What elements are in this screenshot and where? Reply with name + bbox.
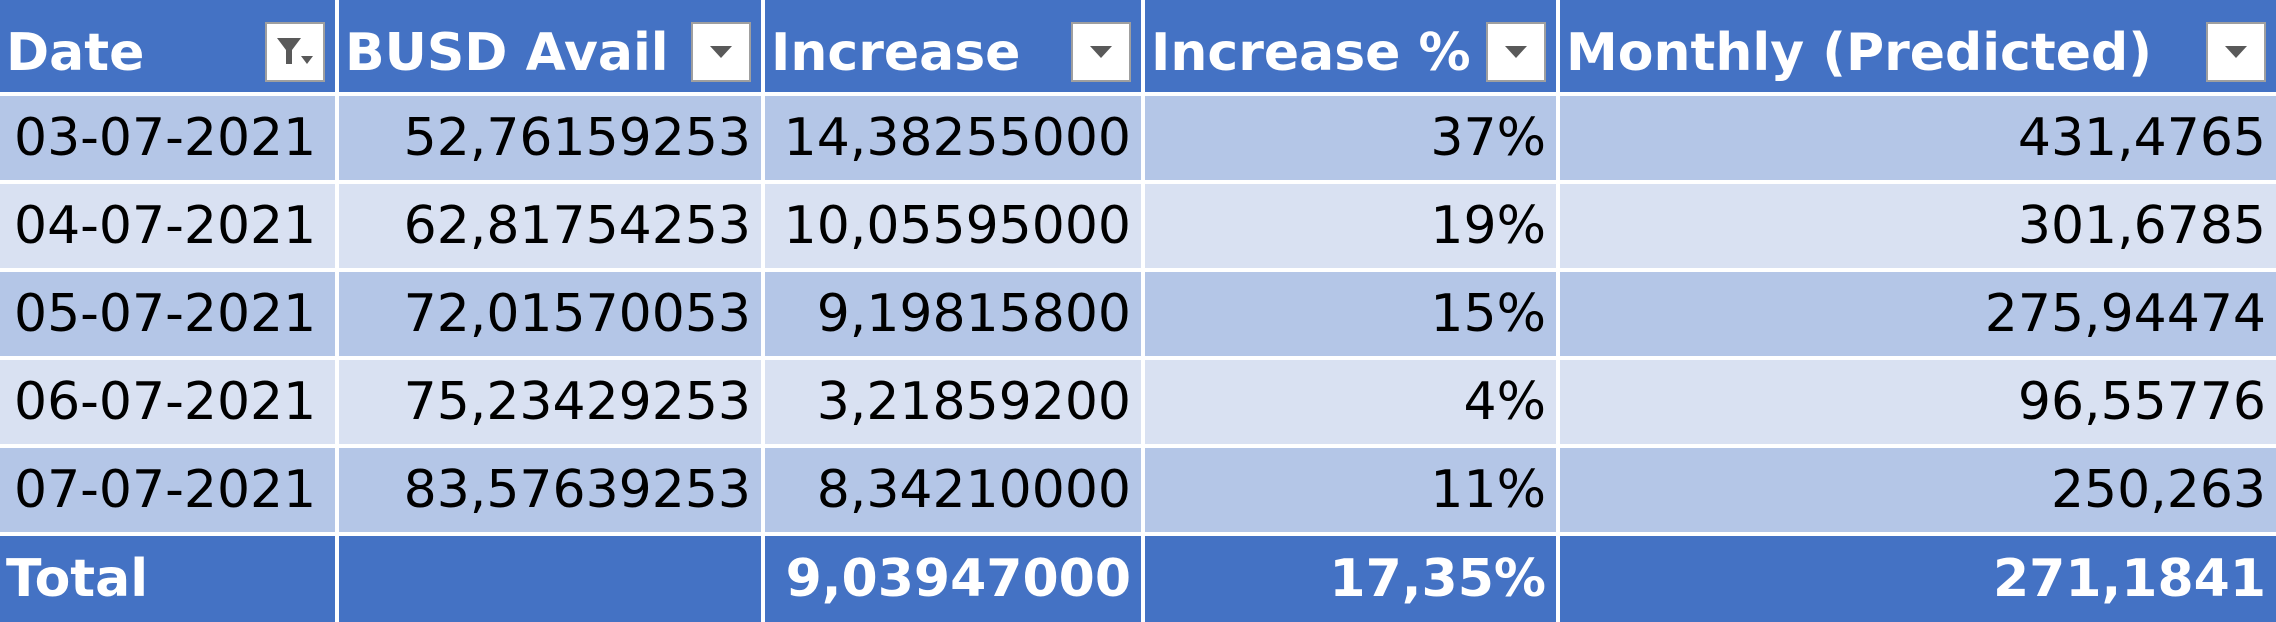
increase-cell[interactable]: 3,21859200 xyxy=(765,360,1141,444)
header-label: Date xyxy=(6,23,145,83)
table-row: 07-07-2021 83,57639253 8,34210000 11% 25… xyxy=(0,448,2276,532)
increase-cell[interactable]: 9,19815800 xyxy=(765,272,1141,356)
dropdown-arrow-icon[interactable] xyxy=(2206,22,2266,82)
increase-percent-cell[interactable]: 19% xyxy=(1145,184,1556,268)
monthly-predicted-cell[interactable]: 431,4765 xyxy=(1560,96,2276,180)
total-monthly-predicted-cell[interactable]: 271,1841 xyxy=(1560,536,2276,622)
date-cell[interactable]: 03-07-2021 xyxy=(0,96,335,180)
filter-funnel-icon[interactable] xyxy=(265,22,325,82)
busd-avail-cell[interactable]: 83,57639253 xyxy=(339,448,761,532)
total-increase-cell[interactable]: 9,03947000 xyxy=(765,536,1141,622)
header-label: BUSD Avail xyxy=(345,23,669,83)
busd-avail-cell[interactable]: 52,76159253 xyxy=(339,96,761,180)
table-row: 03-07-2021 52,76159253 14,38255000 37% 4… xyxy=(0,96,2276,180)
busd-avail-cell[interactable]: 62,81754253 xyxy=(339,184,761,268)
increase-percent-cell[interactable]: 15% xyxy=(1145,272,1556,356)
monthly-predicted-cell[interactable]: 301,6785 xyxy=(1560,184,2276,268)
date-cell[interactable]: 06-07-2021 xyxy=(0,360,335,444)
table-row: 04-07-2021 62,81754253 10,05595000 19% 3… xyxy=(0,184,2276,268)
header-label: Increase xyxy=(771,23,1021,83)
total-increase-percent-cell[interactable]: 17,35% xyxy=(1145,536,1556,622)
dropdown-arrow-icon[interactable] xyxy=(1486,22,1546,82)
increase-percent-cell[interactable]: 37% xyxy=(1145,96,1556,180)
table-total-row: Total 9,03947000 17,35% 271,1841 xyxy=(0,536,2276,622)
header-cell-date[interactable]: Date xyxy=(0,0,335,92)
header-cell-busd-avail[interactable]: BUSD Avail xyxy=(339,0,761,92)
total-busd-avail-cell[interactable] xyxy=(339,536,761,622)
header-label: Increase % xyxy=(1151,23,1471,83)
table-row: 05-07-2021 72,01570053 9,19815800 15% 27… xyxy=(0,272,2276,356)
monthly-predicted-cell[interactable]: 250,263 xyxy=(1560,448,2276,532)
table-header-row: Date BUSD Avail Increase Increase % Mont… xyxy=(0,0,2276,92)
date-cell[interactable]: 04-07-2021 xyxy=(0,184,335,268)
monthly-predicted-cell[interactable]: 96,55776 xyxy=(1560,360,2276,444)
dropdown-arrow-icon[interactable] xyxy=(691,22,751,82)
dropdown-arrow-icon[interactable] xyxy=(1071,22,1131,82)
increase-cell[interactable]: 8,34210000 xyxy=(765,448,1141,532)
header-cell-monthly-predicted[interactable]: Monthly (Predicted) xyxy=(1560,0,2276,92)
monthly-predicted-cell[interactable]: 275,94474 xyxy=(1560,272,2276,356)
busd-avail-cell[interactable]: 72,01570053 xyxy=(339,272,761,356)
increase-cell[interactable]: 14,38255000 xyxy=(765,96,1141,180)
header-cell-increase-percent[interactable]: Increase % xyxy=(1145,0,1556,92)
date-cell[interactable]: 07-07-2021 xyxy=(0,448,335,532)
date-cell[interactable]: 05-07-2021 xyxy=(0,272,335,356)
busd-avail-cell[interactable]: 75,23429253 xyxy=(339,360,761,444)
increase-percent-cell[interactable]: 4% xyxy=(1145,360,1556,444)
excel-table: Date BUSD Avail Increase Increase % Mont… xyxy=(0,0,2276,622)
table-row: 06-07-2021 75,23429253 3,21859200 4% 96,… xyxy=(0,360,2276,444)
increase-cell[interactable]: 10,05595000 xyxy=(765,184,1141,268)
total-label-cell[interactable]: Total xyxy=(0,536,335,622)
increase-percent-cell[interactable]: 11% xyxy=(1145,448,1556,532)
header-cell-increase[interactable]: Increase xyxy=(765,0,1141,92)
header-label: Monthly (Predicted) xyxy=(1566,23,2152,83)
